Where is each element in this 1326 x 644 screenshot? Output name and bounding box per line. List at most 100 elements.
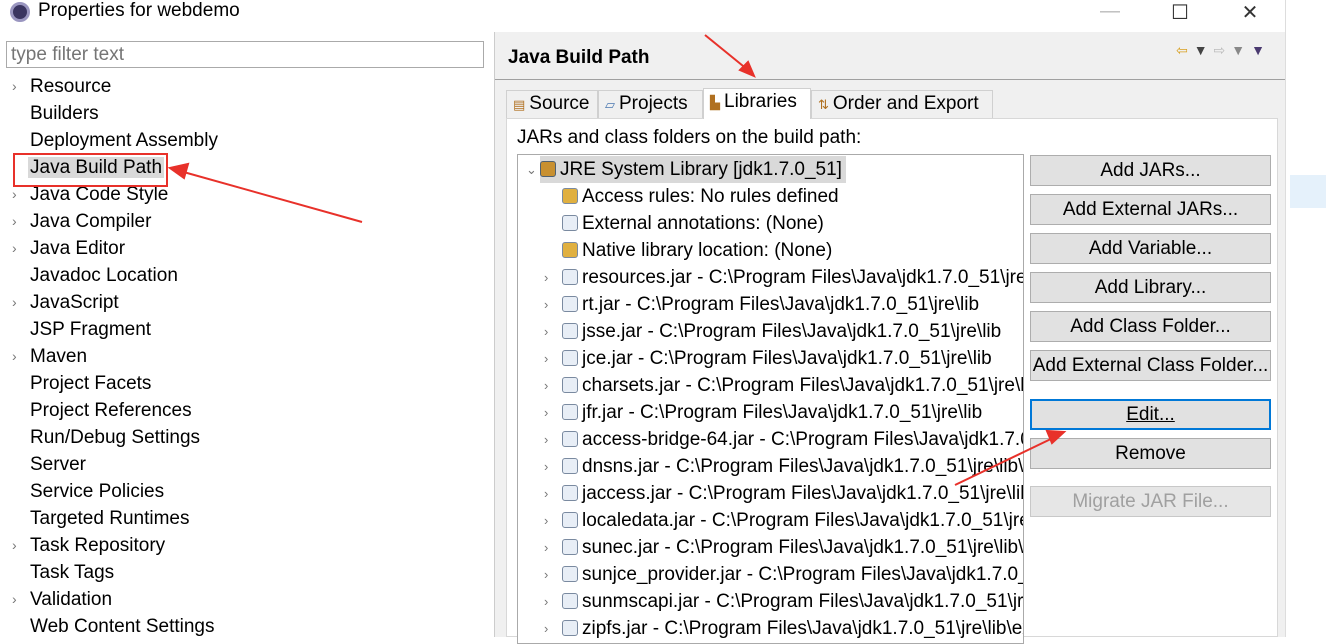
add-variable-button[interactable]: Add Variable... — [1030, 233, 1271, 264]
eclipse-icon — [10, 2, 30, 22]
migrate-jar-button[interactable]: Migrate JAR File... — [1030, 486, 1271, 517]
chevron-right-icon[interactable]: › — [544, 345, 548, 372]
nav-item[interactable]: Web Content Settings — [30, 613, 214, 640]
tree-row[interactable]: › sunmscapi.jar - C:\Program Files\Java\j… — [544, 588, 1024, 615]
add-library-button[interactable]: Add Library... — [1030, 272, 1271, 303]
nav-item[interactable]: Deployment Assembly — [30, 127, 218, 154]
tree-row[interactable]: Native library location: (None) — [562, 237, 832, 264]
nav-item[interactable]: Run/Debug Settings — [30, 424, 200, 451]
maximize-button[interactable]: ☐ — [1160, 0, 1200, 25]
chevron-right-icon[interactable]: › — [12, 73, 17, 100]
chevron-right-icon[interactable]: › — [12, 235, 17, 262]
libraries-panel: JARs and class folders on the build path… — [506, 118, 1278, 644]
nav-item[interactable]: Project References — [30, 397, 192, 424]
chevron-right-icon[interactable]: › — [12, 532, 17, 559]
tree-row[interactable]: › resources.jar - C:\Program Files\Java\j… — [544, 264, 1023, 291]
tree-row[interactable]: › jsse.jar - C:\Program Files\Java\jdk1.7… — [544, 318, 1001, 345]
nav-item[interactable]: Java Build Path — [28, 154, 165, 181]
close-button[interactable]: ✕ — [1230, 0, 1270, 25]
chevron-right-icon[interactable]: › — [544, 534, 548, 561]
tree-row[interactable]: › zipfs.jar - C:\Program Files\Java\jdk1.… — [544, 615, 1023, 642]
edit-button[interactable]: Edit... — [1030, 399, 1271, 430]
tree-row-label: sunmscapi.jar - C:\Program Files\Java\jd… — [582, 591, 1024, 612]
chevron-right-icon[interactable]: › — [544, 615, 548, 642]
tree-row[interactable]: › sunec.jar - C:\Program Files\Java\jdk1.… — [544, 534, 1023, 561]
chevron-right-icon[interactable]: › — [544, 561, 548, 588]
nav-item-label: Service Policies — [30, 481, 165, 502]
nav-item[interactable]: Builders — [30, 100, 99, 127]
chevron-right-icon[interactable]: › — [544, 291, 548, 318]
chevron-right-icon[interactable]: › — [544, 426, 548, 453]
jar-icon — [562, 566, 578, 582]
tree-row[interactable]: External annotations: (None) — [562, 210, 824, 237]
tree-row[interactable]: Access rules: No rules defined — [562, 183, 839, 210]
tree-row[interactable]: › jce.jar - C:\Program Files\Java\jdk1.7.… — [544, 345, 992, 372]
nav-item[interactable]: › Maven — [12, 343, 87, 370]
chevron-down-icon[interactable]: ⌄ — [526, 156, 537, 183]
nav-item[interactable]: Targeted Runtimes — [30, 505, 189, 532]
order-export-icon: ⇅ — [818, 97, 829, 112]
history-nav[interactable]: ⇦▼⇨▼▼ — [1176, 42, 1271, 59]
nav-item[interactable]: Javadoc Location — [30, 262, 178, 289]
tree-row[interactable]: › charsets.jar - C:\Program Files\Java\jd… — [544, 372, 1023, 399]
nav-item[interactable]: › Validation — [12, 586, 112, 613]
minimize-button[interactable]: — — [1090, 0, 1130, 23]
tree-row[interactable]: › access-bridge-64.jar - C:\Program Files… — [544, 426, 1023, 453]
chevron-right-icon[interactable]: › — [544, 264, 548, 291]
tree-row-label: jaccess.jar - C:\Program Files\Java\jdk1… — [582, 483, 1024, 504]
tab-source[interactable]: ▤ Source — [506, 90, 598, 118]
tab-libraries[interactable]: ▙ Libraries — [703, 88, 811, 119]
annotations-icon — [562, 215, 578, 231]
add-class-folder-button[interactable]: Add Class Folder... — [1030, 311, 1271, 342]
chevron-right-icon[interactable]: › — [544, 480, 548, 507]
nav-item[interactable]: › Resource — [12, 73, 111, 100]
chevron-right-icon[interactable]: › — [544, 372, 548, 399]
add-jars-button[interactable]: Add JARs... — [1030, 155, 1271, 186]
forward-icon[interactable]: ⇨ — [1214, 42, 1232, 58]
chevron-right-icon[interactable]: › — [544, 507, 548, 534]
nav-item[interactable]: › JavaScript — [12, 289, 119, 316]
nav-item-label: Targeted Runtimes — [30, 508, 190, 529]
native-library-icon — [562, 242, 578, 258]
window-border — [1285, 0, 1286, 637]
projects-icon: ▱ — [605, 97, 615, 112]
nav-item[interactable]: Project Facets — [30, 370, 151, 397]
nav-item[interactable]: › Task Repository — [12, 532, 165, 559]
add-external-jars-button[interactable]: Add External JARs... — [1030, 194, 1271, 225]
tree-row[interactable]: › localedata.jar - C:\Program Files\Java\… — [544, 507, 1023, 534]
tree-row[interactable]: › dnsns.jar - C:\Program Files\Java\jdk1.… — [544, 453, 1023, 480]
chevron-right-icon[interactable]: › — [544, 318, 548, 345]
menu-icon[interactable]: ▼ — [1251, 42, 1271, 58]
tab-projects[interactable]: ▱ Projects — [598, 90, 703, 118]
nav-item[interactable]: Service Policies — [30, 478, 164, 505]
tree-row[interactable]: › sunjce_provider.jar - C:\Program Files\… — [544, 561, 1023, 588]
nav-item[interactable]: JSP Fragment — [30, 316, 151, 343]
back-icon[interactable]: ⇦ — [1176, 42, 1194, 58]
nav-item[interactable]: Server — [30, 451, 86, 478]
tab-order-export[interactable]: ⇅ Order and Export — [811, 90, 993, 118]
jar-icon — [562, 431, 578, 447]
chevron-right-icon[interactable]: › — [12, 343, 17, 370]
nav-item[interactable]: › Java Editor — [12, 235, 125, 262]
nav-item[interactable]: › Java Compiler — [12, 208, 151, 235]
tree-row-label: External annotations: (None) — [582, 213, 824, 234]
filter-input[interactable] — [6, 41, 484, 68]
nav-item[interactable]: › Java Code Style — [12, 181, 168, 208]
tree-row-label: jce.jar - C:\Program Files\Java\jdk1.7.0… — [582, 348, 992, 369]
chevron-right-icon[interactable]: › — [544, 588, 548, 615]
build-path-tree[interactable]: ⌄ JRE System Library [jdk1.7.0_51] Access … — [517, 154, 1024, 644]
chevron-right-icon[interactable]: › — [12, 181, 17, 208]
tree-row[interactable]: › rt.jar - C:\Program Files\Java\jdk1.7.0… — [544, 291, 979, 318]
add-external-class-folder-button[interactable]: Add External Class Folder... — [1030, 350, 1271, 381]
chevron-right-icon[interactable]: › — [12, 208, 17, 235]
chevron-right-icon[interactable]: › — [12, 289, 17, 316]
tree-row[interactable]: ⌄ JRE System Library [jdk1.7.0_51] — [526, 156, 846, 183]
chevron-right-icon[interactable]: › — [544, 453, 548, 480]
remove-button[interactable]: Remove — [1030, 438, 1271, 469]
tree-row[interactable]: › jaccess.jar - C:\Program Files\Java\jdk… — [544, 480, 1024, 507]
jar-icon — [562, 350, 578, 366]
nav-item[interactable]: Task Tags — [30, 559, 114, 586]
chevron-right-icon[interactable]: › — [544, 399, 548, 426]
tree-row[interactable]: › jfr.jar - C:\Program Files\Java\jdk1.7.… — [544, 399, 982, 426]
chevron-right-icon[interactable]: › — [12, 586, 17, 613]
